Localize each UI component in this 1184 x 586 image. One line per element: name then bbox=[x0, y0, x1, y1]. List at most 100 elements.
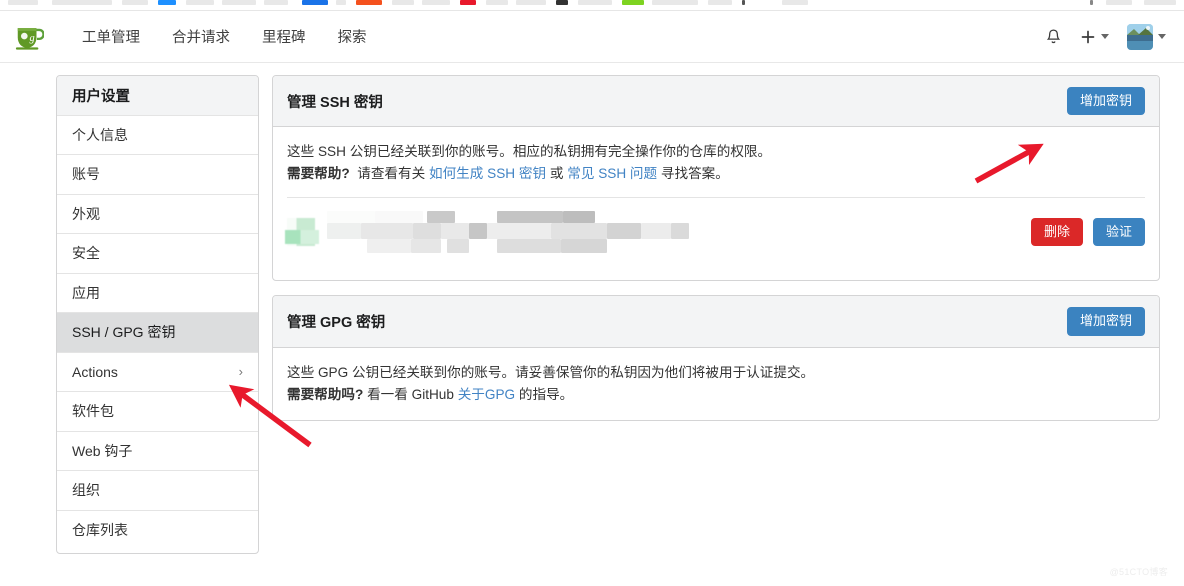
bookmark-item[interactable] bbox=[742, 0, 745, 5]
sidebar-item-packages[interactable]: 软件包 bbox=[57, 392, 258, 432]
chevron-down-icon bbox=[1158, 34, 1166, 39]
ssh-description: 这些 SSH 公钥已经关联到你的账号。相应的私钥拥有完全操作你的仓库的权限。 bbox=[287, 144, 772, 160]
sidebar-item-label: 外观 bbox=[72, 205, 100, 222]
sidebar-item-account[interactable]: 账号 bbox=[57, 155, 258, 195]
bookmark-item[interactable] bbox=[1144, 0, 1176, 5]
nav-issues[interactable]: 工单管理 bbox=[66, 18, 156, 55]
browser-bookmarks-bar[interactable] bbox=[0, 0, 1184, 10]
nav-pull-requests[interactable]: 合并请求 bbox=[156, 18, 246, 55]
verify-ssh-key-button[interactable]: 验证 bbox=[1092, 218, 1145, 247]
bookmark-item[interactable] bbox=[486, 0, 508, 5]
ssh-help-line: 需要帮助? 请查看有关 如何生成 SSH 密钥 或 常见 SSH 问题 寻找答案… bbox=[287, 163, 1145, 185]
create-new-menu[interactable] bbox=[1080, 29, 1109, 45]
gpg-help-label: 需要帮助吗? bbox=[287, 386, 364, 402]
bookmark-item[interactable] bbox=[1090, 0, 1093, 5]
ssh-panel-header: 管理 SSH 密钥 增加密钥 bbox=[273, 76, 1159, 128]
delete-ssh-key-button[interactable]: 删除 bbox=[1030, 218, 1083, 247]
bookmark-item[interactable] bbox=[460, 0, 476, 5]
sidebar-item-label: Actions bbox=[72, 363, 118, 380]
ssh-help-prefix: 请查看有关 bbox=[357, 166, 426, 182]
bookmark-item[interactable] bbox=[158, 0, 176, 5]
user-settings-sidebar: 用户设置 个人信息 账号 外观 安全 应用 SSH / GPG 密钥 Actio… bbox=[56, 75, 259, 554]
nav-right-group bbox=[1045, 23, 1166, 50]
bookmark-item[interactable] bbox=[302, 0, 328, 5]
bookmark-item[interactable] bbox=[336, 0, 346, 5]
add-gpg-key-button[interactable]: 增加密钥 bbox=[1066, 307, 1145, 336]
bookmark-item[interactable] bbox=[8, 0, 38, 5]
ssh-key-redacted-details bbox=[327, 211, 702, 254]
top-navigation-bar: g 工单管理 合并请求 里程碑 探索 bbox=[0, 11, 1184, 63]
sidebar-item-profile[interactable]: 个人信息 bbox=[57, 115, 258, 155]
bookmark-item[interactable] bbox=[222, 0, 256, 5]
bookmark-item[interactable] bbox=[392, 0, 414, 5]
sidebar-item-appearance[interactable]: 外观 bbox=[57, 194, 258, 234]
ssh-key-actions: 删除 验证 bbox=[1030, 218, 1145, 247]
sidebar-item-label: 应用 bbox=[72, 284, 100, 301]
nav-milestones[interactable]: 里程碑 bbox=[246, 18, 322, 55]
primary-nav-links: 工单管理 合并请求 里程碑 探索 bbox=[66, 18, 383, 55]
bookmark-item[interactable] bbox=[516, 0, 546, 5]
chevron-down-icon bbox=[1101, 34, 1109, 39]
nav-explore[interactable]: 探索 bbox=[322, 18, 383, 55]
sidebar-item-label: 个人信息 bbox=[72, 126, 128, 143]
sidebar-header: 用户设置 bbox=[57, 76, 258, 116]
sidebar-item-label: 账号 bbox=[72, 166, 100, 183]
bookmark-item[interactable] bbox=[186, 0, 214, 5]
bookmark-item[interactable] bbox=[356, 0, 382, 5]
gitea-logo[interactable]: g bbox=[14, 22, 44, 52]
ssh-panel-body: 这些 SSH 公钥已经关联到你的账号。相应的私钥拥有完全操作你的仓库的权限。 需… bbox=[273, 127, 1159, 280]
gpg-help-line: 需要帮助吗? 看一看 GitHub 关于GPG 的指导。 bbox=[287, 384, 1145, 406]
sidebar-item-label: 组织 bbox=[72, 482, 100, 499]
plus-icon bbox=[1080, 29, 1096, 45]
bookmark-item[interactable] bbox=[652, 0, 698, 5]
sidebar-item-organizations[interactable]: 组织 bbox=[57, 471, 258, 511]
bookmark-item[interactable] bbox=[52, 0, 112, 5]
bookmark-item[interactable] bbox=[556, 0, 568, 5]
sidebar-item-applications[interactable]: 应用 bbox=[57, 273, 258, 313]
avatar bbox=[1127, 23, 1153, 50]
svg-text:g: g bbox=[29, 32, 34, 43]
sidebar-item-label: SSH / GPG 密钥 bbox=[72, 324, 176, 341]
bookmark-item[interactable] bbox=[264, 0, 288, 5]
manage-ssh-keys-panel: 管理 SSH 密钥 增加密钥 这些 SSH 公钥已经关联到你的账号。相应的私钥拥… bbox=[272, 75, 1160, 282]
gpg-panel-header: 管理 GPG 密钥 增加密钥 bbox=[273, 296, 1159, 348]
add-ssh-key-button[interactable]: 增加密钥 bbox=[1066, 87, 1145, 116]
bookmark-item[interactable] bbox=[708, 0, 732, 5]
bell-icon[interactable] bbox=[1045, 28, 1062, 46]
sidebar-item-webhooks[interactable]: Web 钩子 bbox=[57, 431, 258, 471]
ssh-key-icon bbox=[285, 218, 319, 247]
manage-gpg-keys-panel: 管理 GPG 密钥 增加密钥 这些 GPG 公钥已经关联到你的账号。请妥善保管你… bbox=[272, 295, 1160, 421]
gpg-panel-title: 管理 GPG 密钥 bbox=[287, 314, 386, 331]
sidebar-item-label: 安全 bbox=[72, 245, 100, 262]
sidebar-item-label: Web 钩子 bbox=[72, 442, 133, 459]
sidebar-item-repositories[interactable]: 仓库列表 bbox=[57, 510, 258, 550]
how-to-generate-ssh-key-link[interactable]: 如何生成 SSH 密钥 bbox=[429, 166, 546, 181]
ssh-key-row: 删除 验证 bbox=[285, 198, 1145, 266]
sidebar-item-label: 软件包 bbox=[72, 403, 114, 420]
watermark: @51CTO博客 bbox=[1109, 567, 1168, 577]
page-body: 用户设置 个人信息 账号 外观 安全 应用 SSH / GPG 密钥 Actio… bbox=[0, 63, 1184, 586]
bookmark-item[interactable] bbox=[1106, 0, 1132, 5]
sidebar-item-actions[interactable]: Actions › bbox=[57, 352, 258, 392]
ssh-help-suffix: 寻找答案。 bbox=[660, 166, 729, 182]
ssh-panel-title: 管理 SSH 密钥 bbox=[287, 94, 383, 111]
ssh-help-label: 需要帮助? bbox=[287, 166, 350, 182]
bookmark-item[interactable] bbox=[578, 0, 612, 5]
user-menu[interactable] bbox=[1127, 23, 1166, 50]
gpg-help-suffix: 的指导。 bbox=[518, 386, 574, 402]
main-content: 管理 SSH 密钥 增加密钥 这些 SSH 公钥已经关联到你的账号。相应的私钥拥… bbox=[272, 75, 1160, 586]
ssh-help-conjunction: 或 bbox=[549, 166, 564, 182]
sidebar-item-label: 仓库列表 bbox=[72, 522, 128, 539]
bookmark-item[interactable] bbox=[422, 0, 450, 5]
about-gpg-link[interactable]: 关于GPG bbox=[458, 387, 515, 402]
sidebar-item-security[interactable]: 安全 bbox=[57, 234, 258, 274]
gpg-description: 这些 GPG 公钥已经关联到你的账号。请妥善保管你的私钥因为他们将被用于认证提交… bbox=[287, 364, 815, 380]
common-ssh-problems-link[interactable]: 常见 SSH 问题 bbox=[567, 166, 657, 181]
bookmark-item[interactable] bbox=[782, 0, 808, 5]
bookmark-item[interactable] bbox=[122, 0, 148, 5]
gpg-panel-body: 这些 GPG 公钥已经关联到你的账号。请妥善保管你的私钥因为他们将被用于认证提交… bbox=[273, 348, 1159, 420]
gpg-help-prefix: 看一看 GitHub bbox=[367, 386, 454, 402]
sidebar-item-ssh-gpg-keys[interactable]: SSH / GPG 密钥 bbox=[57, 313, 258, 353]
chevron-right-icon: › bbox=[238, 364, 243, 380]
bookmark-item[interactable] bbox=[622, 0, 644, 5]
